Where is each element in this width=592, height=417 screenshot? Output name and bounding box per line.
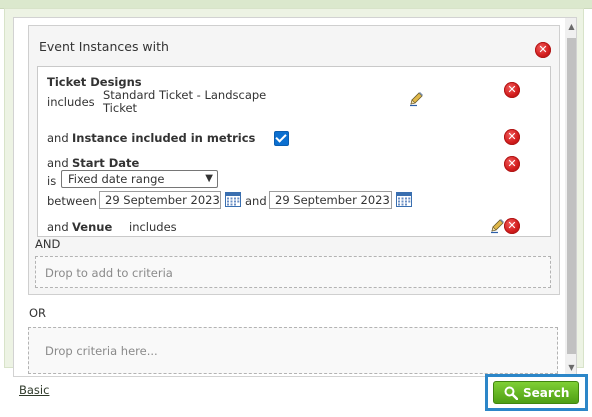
- event-instances-group: Event Instances with ✕ Ticket Designs in…: [28, 25, 560, 295]
- basic-link[interactable]: Basic: [19, 383, 49, 397]
- search-button[interactable]: Search: [493, 381, 579, 404]
- drop-criteria-zone[interactable]: Drop criteria here...: [28, 327, 558, 374]
- scroll-up-icon[interactable]: ▲: [567, 22, 576, 31]
- remove-venue-icon[interactable]: ✕: [504, 218, 520, 234]
- remove-metrics-icon[interactable]: ✕: [504, 129, 520, 145]
- calendar-icon[interactable]: [396, 192, 412, 207]
- date-range-select[interactable]: Fixed date range ▼: [61, 170, 218, 188]
- criterion-start-date-label: Start Date: [72, 156, 140, 170]
- vertical-scrollbar[interactable]: ▲ ▼: [565, 18, 576, 376]
- date-range-selected: Fixed date range: [68, 172, 165, 186]
- remove-start-date-icon[interactable]: ✕: [504, 156, 520, 172]
- pencil-icon[interactable]: [408, 91, 424, 107]
- criterion-start-date-prefix: and: [47, 156, 69, 170]
- criterion-venue-label: Venue: [72, 220, 113, 234]
- remove-group-icon[interactable]: ✕: [535, 42, 551, 58]
- criterion-ticket-designs-value-1: Standard Ticket - Landscape: [103, 88, 267, 102]
- event-group-title: Event Instances with: [39, 39, 169, 54]
- scroll-down-icon[interactable]: ▼: [567, 363, 576, 372]
- criterion-ticket-designs-operator: includes: [47, 95, 95, 109]
- criterion-metrics-label: Instance included in metrics: [72, 131, 256, 145]
- criteria-list: Ticket Designs includes Standard Ticket …: [37, 66, 551, 237]
- date-to-input[interactable]: 29 September 2023: [269, 191, 392, 209]
- pencil-icon[interactable]: [489, 218, 505, 234]
- date-from-input[interactable]: 29 September 2023: [99, 191, 221, 209]
- criterion-venue-prefix: and: [47, 220, 69, 234]
- calendar-icon[interactable]: [225, 192, 241, 207]
- metrics-checkbox[interactable]: [274, 131, 289, 146]
- remove-ticket-designs-icon[interactable]: ✕: [504, 82, 520, 98]
- criterion-start-date-between: between: [47, 194, 97, 208]
- or-label: OR: [29, 306, 47, 320]
- search-button-label: Search: [523, 386, 570, 400]
- criteria-scroll-area: Event Instances with ✕ Ticket Designs in…: [13, 17, 577, 377]
- criterion-metrics-prefix: and: [47, 131, 69, 145]
- criteria-panel: Event Instances with ✕ Ticket Designs in…: [4, 8, 584, 377]
- date-to-value: 29 September 2023: [275, 193, 390, 207]
- magnifier-icon: [504, 386, 518, 400]
- and-label: AND: [35, 237, 61, 251]
- search-highlight: Search: [485, 374, 588, 411]
- criterion-venue-operator: includes: [129, 220, 177, 234]
- scroll-thumb[interactable]: [567, 38, 576, 354]
- chevron-down-icon: ▼: [205, 173, 213, 184]
- drop-add-criteria-zone[interactable]: Drop to add to criteria: [35, 256, 551, 288]
- criterion-ticket-designs-label: Ticket Designs: [47, 75, 142, 89]
- drop-criteria-text: Drop criteria here...: [45, 344, 158, 358]
- date-from-value: 29 September 2023: [105, 193, 220, 207]
- criterion-ticket-designs-value-2: Ticket: [103, 101, 138, 115]
- criterion-start-date-is: is: [47, 174, 57, 188]
- criterion-start-date-and: and: [245, 194, 267, 208]
- drop-add-criteria-text: Drop to add to criteria: [45, 266, 173, 280]
